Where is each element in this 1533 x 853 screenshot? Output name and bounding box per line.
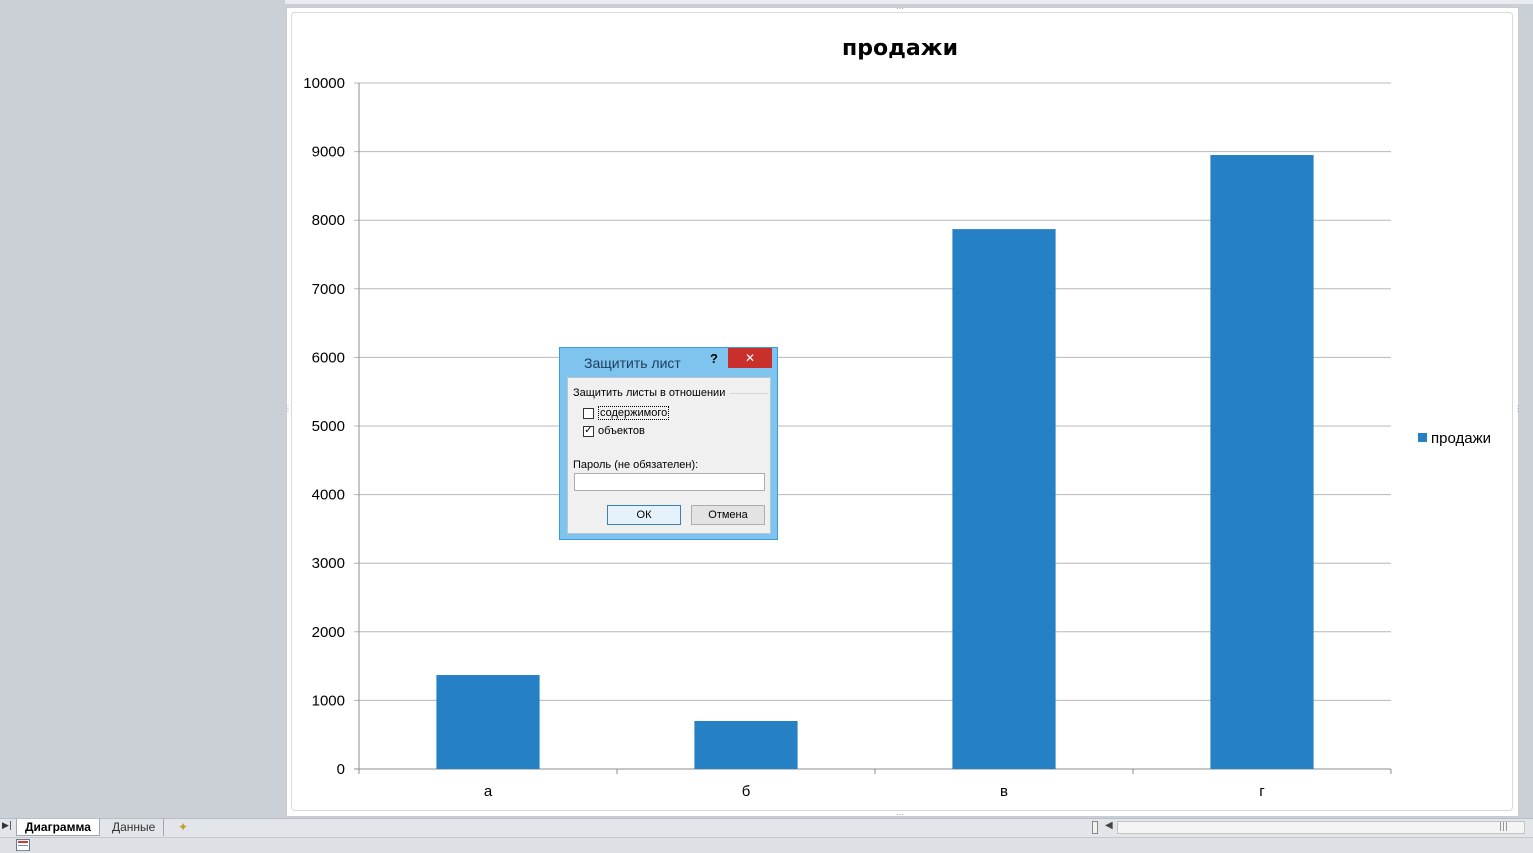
contents-label[interactable]: содержимого	[598, 406, 670, 420]
contents-checkbox[interactable]	[583, 407, 594, 419]
bar[interactable]	[952, 229, 1056, 770]
y-tick-label: 5000	[312, 418, 345, 435]
y-tick-label: 9000	[312, 144, 345, 161]
y-tick-label: 7000	[312, 281, 345, 298]
scroll-left-icon[interactable]: ◀	[1105, 820, 1113, 831]
group-divider	[730, 393, 768, 394]
y-tick-label: 1000	[312, 692, 345, 709]
scroll-track[interactable]: |||	[1117, 821, 1525, 834]
bar[interactable]	[694, 720, 798, 769]
legend-swatch	[1418, 433, 1427, 442]
new-sheet-icon[interactable]: ✦	[172, 819, 198, 836]
close-button[interactable]: ✕	[728, 348, 772, 368]
y-tick-label: 10000	[303, 75, 345, 92]
objects-label[interactable]: объектов	[598, 425, 645, 437]
objects-checkbox[interactable]: ✓	[583, 425, 594, 437]
y-tick-label: 3000	[312, 555, 345, 572]
dialog-body: Защитить листы в отношении содержимого ✓…	[567, 377, 771, 534]
sheet-tab-bar: ▶| Диаграмма Данные ✦ ◀ |||	[0, 818, 1533, 837]
x-tick-label: в	[1000, 783, 1008, 800]
chart-title[interactable]: продажи	[842, 36, 958, 61]
contents-option[interactable]: содержимого	[583, 406, 670, 420]
legend-label: продажи	[1431, 430, 1491, 447]
horizontal-scrollbar[interactable]: ◀ |||	[1092, 820, 1530, 834]
tab-data[interactable]: Данные	[104, 819, 165, 836]
dialog-title: Защитить лист	[584, 355, 681, 371]
x-tick-label: б	[742, 783, 751, 800]
y-tick-label: 6000	[312, 349, 345, 366]
protect-group-label: Защитить листы в отношении	[573, 387, 726, 399]
x-axis-ticks: а б в г	[484, 769, 1392, 800]
y-tick-label: 4000	[312, 487, 345, 504]
y-axis-ticks: 0 1000 2000 3000 4000 5000 6000 7000 8000 9000 100…	[303, 75, 345, 778]
y-tick-label: 0	[337, 761, 345, 778]
legend[interactable]: продажи	[1418, 430, 1491, 447]
ok-button[interactable]: ОК	[607, 505, 681, 525]
x-tick-label: г	[1259, 783, 1265, 800]
x-tick-label: а	[484, 783, 493, 800]
tab-chart[interactable]: Диаграмма	[16, 819, 100, 836]
cancel-button[interactable]: Отмена	[691, 505, 765, 525]
tab-scroll-icon[interactable]: ▶|	[2, 821, 12, 831]
scroll-grip-icon[interactable]: |||	[1499, 822, 1508, 832]
protect-sheet-dialog[interactable]: Защитить лист ? ✕ Защитить листы в отнош…	[559, 347, 778, 540]
y-tick-label: 2000	[312, 624, 345, 641]
y-tick-label: 8000	[312, 212, 345, 229]
macro-record-icon[interactable]	[16, 839, 30, 851]
bar[interactable]	[436, 675, 540, 769]
objects-option[interactable]: ✓ объектов	[583, 425, 645, 437]
help-icon[interactable]: ?	[710, 351, 718, 366]
bar[interactable]	[1210, 155, 1314, 769]
tab-splitter-handle[interactable]	[1092, 821, 1098, 834]
password-label: Пароль (не обязателен):	[573, 459, 699, 471]
password-input[interactable]	[574, 473, 765, 491]
status-bar	[0, 837, 1533, 853]
